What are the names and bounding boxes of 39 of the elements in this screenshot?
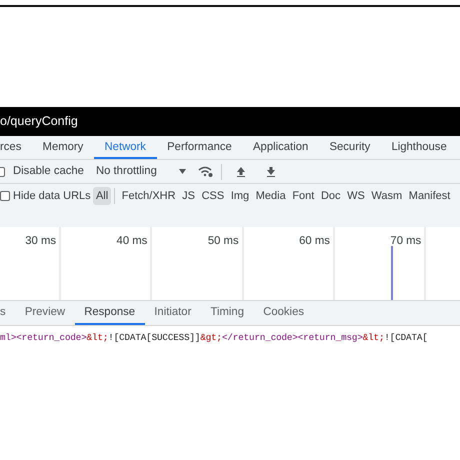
filter-button[interactable]: WS xyxy=(344,186,368,206)
detail-tab[interactable]: Initiator xyxy=(144,301,201,325)
filter-button[interactable]: Wasm xyxy=(368,186,406,206)
detail-tab[interactable]: Response xyxy=(74,301,145,325)
window-title: o/queryConfig xyxy=(0,114,78,128)
download-icon[interactable] xyxy=(266,166,276,177)
checkbox[interactable] xyxy=(0,191,10,201)
detail-tab[interactable]: Cookies xyxy=(254,301,314,325)
panel-tab[interactable]: Memory xyxy=(32,136,94,159)
tick-label: 30 ms xyxy=(25,235,56,247)
filter-button[interactable]: Manifest xyxy=(405,186,454,206)
throttling-dropdown[interactable]: No throttling xyxy=(96,163,157,180)
panel-tab[interactable]: Lighthouse xyxy=(380,136,458,159)
tick-label: 50 ms xyxy=(208,235,239,247)
filter-button[interactable]: Img xyxy=(228,186,252,206)
waterfall-bar xyxy=(390,246,393,300)
tick-label: 70 ms xyxy=(390,235,422,247)
upload-icon[interactable] xyxy=(236,166,246,177)
filter-button[interactable]: Doc xyxy=(318,186,344,206)
filter-button[interactable]: Font xyxy=(289,186,318,206)
panel-tab[interactable]: Security xyxy=(318,136,381,159)
filter-button[interactable]: Fetch/XHR xyxy=(118,186,179,206)
checkbox-label: Disable cache xyxy=(13,164,84,180)
checkbox-label: Hide data URLs xyxy=(13,188,91,204)
tick-label: 60 ms xyxy=(299,235,330,247)
filter-button[interactable]: Media xyxy=(252,186,290,206)
detail-tab[interactable]: s xyxy=(0,301,16,325)
tick-label: 40 ms xyxy=(116,235,148,247)
caret-icon[interactable] xyxy=(178,169,186,174)
detail-tab[interactable]: Preview xyxy=(15,301,75,325)
panel-tab[interactable]: rces xyxy=(0,136,32,159)
filter-button[interactable]: CSS xyxy=(198,186,228,206)
filter-button[interactable]: All xyxy=(92,186,112,206)
panel-tab[interactable]: Performance xyxy=(156,136,242,159)
wifi-settings-icon[interactable] xyxy=(198,166,213,177)
filter-button[interactable]: JS xyxy=(178,186,198,206)
detail-tab[interactable]: Timing xyxy=(200,301,254,325)
panel-tab[interactable]: Application xyxy=(242,136,319,159)
response-code-line: ml><return_code>&lt;![CDATA[SUCCESS]]&gt;</return_code><return_msg>&lt;![CDATA[ xyxy=(0,331,429,345)
